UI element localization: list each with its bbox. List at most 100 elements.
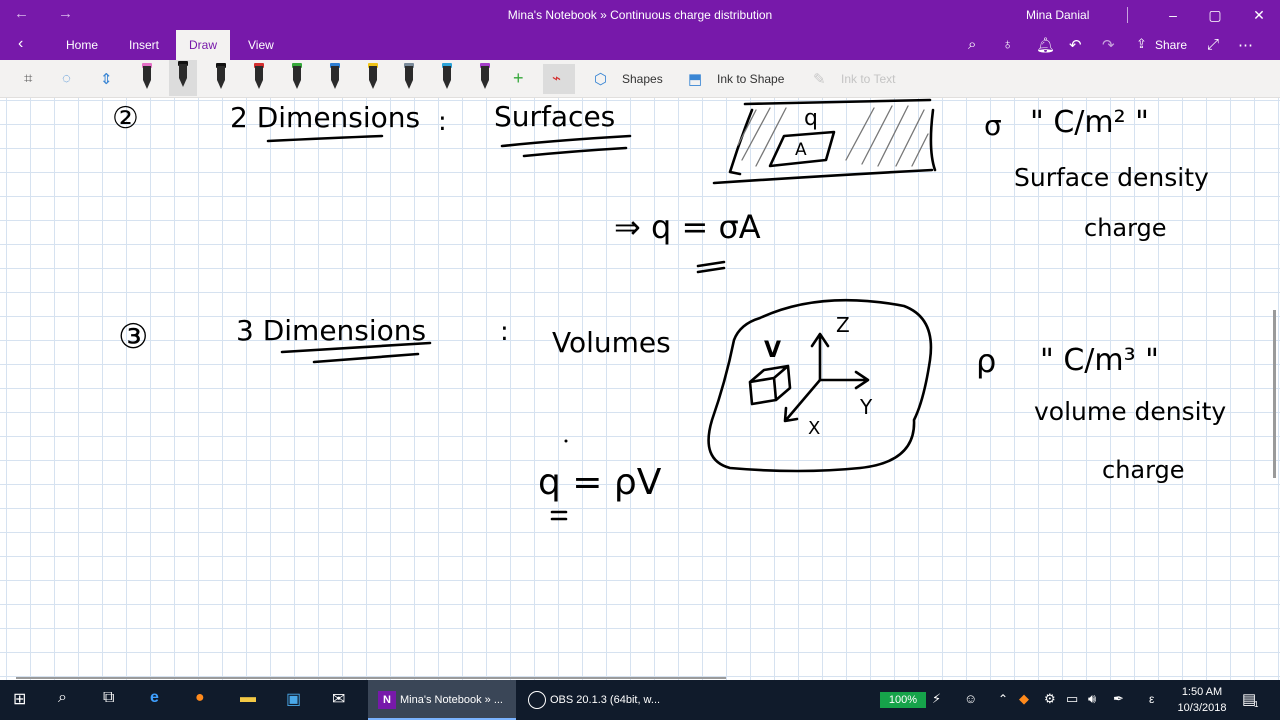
pen-tip-icon <box>481 80 489 89</box>
figure3-y-label: Y <box>859 395 873 419</box>
onenote-task-label: Mina's Notebook » ... <box>400 694 503 706</box>
section-3-colon: : <box>500 317 509 347</box>
windows-start-icon[interactable]: ⊞ <box>13 689 26 711</box>
battery-indicator[interactable]: 100% <box>880 692 926 708</box>
taskbar-onenote[interactable]: N Mina's Notebook » ... <box>368 680 516 720</box>
pen-1[interactable] <box>140 62 154 92</box>
ink-to-shape-button[interactable]: Ink to Shape <box>717 72 784 86</box>
user-name[interactable]: Mina Danial <box>1026 8 1089 22</box>
taskbar: ⊞ ⌕ ⧉ e ● ▬ ▣ ✉ N Mina's Notebook » ... … <box>0 680 1280 720</box>
taskbar-obs[interactable]: OBS 20.1.3 (64bit, w... <box>518 680 668 720</box>
q-double-underline-2 <box>696 260 726 274</box>
pen-tip-icon <box>443 80 451 89</box>
close-button[interactable]: ✕ <box>1244 4 1274 26</box>
redo-icon[interactable]: ↷ <box>1102 36 1115 54</box>
volume-icon[interactable]: 🔊︎ <box>1088 691 1096 713</box>
pen-6[interactable] <box>328 62 342 92</box>
mail-icon[interactable]: ✉ <box>332 689 345 711</box>
ink-to-text-icon[interactable]: ✎ <box>813 70 826 88</box>
figure2-left-edge <box>728 108 754 176</box>
ink-to-text-button[interactable]: Ink to Text <box>841 72 895 86</box>
surface-density-label: Surface density <box>1014 163 1209 192</box>
remote-desktop-icon[interactable]: ▣ <box>286 689 301 711</box>
figure2-bottom-edge <box>712 168 934 185</box>
bell-icon[interactable]: 🔔︎ <box>1036 36 1055 54</box>
shapes-button[interactable]: Shapes <box>622 72 663 86</box>
file-explorer-icon[interactable]: ▬ <box>240 689 256 711</box>
type-select-icon[interactable]: ⌗ <box>24 70 32 87</box>
title-separator <box>1127 7 1128 23</box>
undo-icon[interactable]: ↶ <box>1069 36 1082 54</box>
pen-tip-icon <box>293 80 301 89</box>
horizontal-scrollbar[interactable] <box>16 677 726 679</box>
input-method-icon[interactable]: ε <box>1149 692 1154 714</box>
firefox-icon[interactable]: ● <box>195 689 205 711</box>
pen-tip-icon <box>217 80 225 89</box>
volume-charge-label: charge <box>1102 456 1185 484</box>
vertical-scrollbar[interactable] <box>1273 310 1276 478</box>
clock-time: 1:50 AM <box>1181 686 1223 698</box>
power-plug-icon: ⚡︎ <box>932 691 942 706</box>
tab-home[interactable]: Home <box>53 30 111 60</box>
pen-9[interactable] <box>440 62 454 92</box>
shapes-icon[interactable]: ⬡ <box>594 70 607 88</box>
figure3-y-axis <box>818 370 870 390</box>
pen-body <box>331 66 339 80</box>
pen-10[interactable] <box>478 62 492 92</box>
back-icon[interactable]: ‹ <box>18 35 23 53</box>
section-2-colon: : <box>438 107 447 137</box>
search-icon[interactable]: ⌕ <box>58 689 67 711</box>
pen-tip-icon <box>255 80 263 89</box>
ink-to-shape-icon[interactable]: ⬒ <box>688 70 702 88</box>
share-button[interactable]: Share <box>1155 38 1187 52</box>
volume-q-underline <box>550 510 568 521</box>
ruler-button[interactable]: ⌁ <box>543 64 575 94</box>
volume-density-label: volume density <box>1034 397 1226 426</box>
pen-7[interactable] <box>366 62 380 92</box>
pen-8[interactable] <box>402 62 416 92</box>
more-icon[interactable]: ⋯ <box>1238 36 1253 54</box>
clock-date: 10/3/2018 <box>1177 702 1227 714</box>
tray-expand-icon[interactable]: ⌃ <box>998 692 1008 714</box>
add-pen-icon[interactable]: + <box>513 68 524 89</box>
network-icon[interactable]: ▭ <box>1066 691 1078 713</box>
pen-ink-icon[interactable]: ✒ <box>1113 691 1124 713</box>
people-icon[interactable]: ☺ <box>964 691 977 713</box>
section-3-kind: Volumes <box>552 326 671 359</box>
pen-2[interactable] <box>169 60 197 96</box>
onenote-icon: N <box>378 691 396 709</box>
metamask-icon[interactable]: ◆ <box>1019 691 1029 713</box>
pen-3[interactable] <box>214 62 228 92</box>
ink-layer: ② 2 Dimensions : Surfaces σ " C/m² " Sur… <box>112 98 1226 521</box>
pen-body <box>217 66 225 80</box>
add-space-icon[interactable]: ⇕ <box>100 70 113 88</box>
figure3-z-label: Z <box>836 313 850 337</box>
ribbon-tabs: ‹ Home Insert Draw View ⌕ ♁ 🔔︎ ↶ ↷ ⇪ Sha… <box>0 30 1280 60</box>
pen-tip-icon <box>405 80 413 89</box>
obs-task-label: OBS 20.1.3 (64bit, w... <box>550 694 661 706</box>
pen-4[interactable] <box>252 62 266 92</box>
notification-count: 1 <box>1254 700 1259 709</box>
tab-draw[interactable]: Draw <box>176 30 231 60</box>
search-icon[interactable]: ⌕ <box>968 36 976 53</box>
system-clock[interactable]: 1:50 AM 10/3/2018 <box>1170 684 1234 716</box>
task-view-icon[interactable]: ⧉ <box>103 689 114 711</box>
minimize-button[interactable]: – <box>1158 4 1188 26</box>
lightbulb-icon[interactable]: ♁ <box>1002 36 1013 53</box>
surface-charge-label: charge <box>1084 214 1167 242</box>
section-2-number: ② <box>112 101 139 136</box>
expand-icon[interactable]: ⤢ <box>1207 36 1219 53</box>
volume-density-symbol: ρ <box>976 342 996 380</box>
edge-icon[interactable]: e <box>150 689 159 711</box>
share-icon[interactable]: ⇪ <box>1136 36 1147 52</box>
tab-view[interactable]: View <box>235 30 287 60</box>
settings-tray-icon[interactable]: ⚙ <box>1044 691 1056 713</box>
lasso-select-icon[interactable]: ◌ <box>62 70 71 87</box>
pen-5[interactable] <box>290 62 304 92</box>
pen-tip-icon <box>143 80 151 89</box>
pen-tip-icon <box>331 80 339 89</box>
note-canvas[interactable]: ② 2 Dimensions : Surfaces σ " C/m² " Sur… <box>0 98 1280 680</box>
tab-insert[interactable]: Insert <box>116 30 172 60</box>
ruler-icon: ⌁ <box>552 70 562 87</box>
maximize-button[interactable]: ▢ <box>1200 4 1230 26</box>
